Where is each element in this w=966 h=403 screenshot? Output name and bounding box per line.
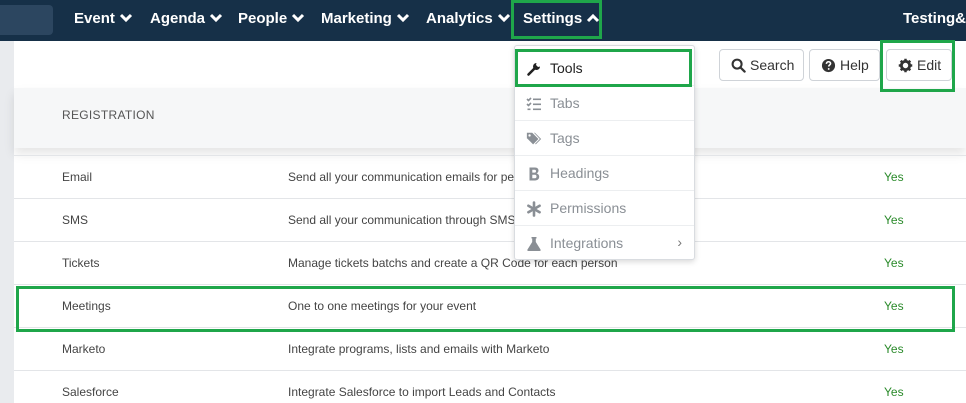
menu-item-integrations[interactable]: Integrations › xyxy=(515,226,694,261)
menu-item-headings[interactable]: Headings xyxy=(515,156,694,191)
chevron-down-icon xyxy=(292,13,305,23)
row-status: Yes xyxy=(884,342,904,356)
chevron-down-icon xyxy=(119,13,132,23)
menu-item-label: Tabs xyxy=(550,95,580,111)
search-button-label: Search xyxy=(750,57,795,73)
nav-analytics[interactable]: Analytics xyxy=(426,0,511,38)
flask-icon xyxy=(527,237,541,251)
row-description: Send all your communication emails for p… xyxy=(288,170,521,184)
row-name: Tickets xyxy=(62,256,100,270)
row-description: Integrate Salesforce to import Leads and… xyxy=(288,385,556,399)
highlight-meetings-row xyxy=(16,286,955,332)
highlight-tools xyxy=(515,49,692,87)
highlight-edit xyxy=(880,40,955,92)
highlight-settings xyxy=(511,0,602,39)
table-row[interactable]: Email Send all your communication emails… xyxy=(14,155,966,198)
nav-people[interactable]: People xyxy=(238,0,305,38)
chevron-down-icon xyxy=(497,13,510,23)
help-icon xyxy=(821,58,836,73)
main-content: Search Help Edit REGISTRATION Email Send… xyxy=(14,41,966,403)
menu-item-label: Integrations xyxy=(550,235,624,251)
chevron-down-icon xyxy=(209,13,223,23)
row-status: Yes xyxy=(884,385,904,399)
table-row[interactable]: Salesforce Integrate Salesforce to impor… xyxy=(14,370,966,403)
row-description: Send all your communication through SMS xyxy=(288,213,516,227)
menu-item-label: Tags xyxy=(550,130,580,146)
menu-item-label: Permissions xyxy=(550,200,627,216)
section-title: REGISTRATION xyxy=(62,108,155,122)
menu-item-tabs[interactable]: Tabs xyxy=(515,86,694,121)
menu-item-tags[interactable]: Tags xyxy=(515,121,694,156)
nav-agenda[interactable]: Agenda xyxy=(150,0,223,38)
row-name: Salesforce xyxy=(62,385,119,399)
help-button[interactable]: Help xyxy=(809,49,880,81)
logo[interactable] xyxy=(0,5,53,35)
nav-event[interactable]: Event xyxy=(74,0,133,38)
row-name: SMS xyxy=(62,213,89,227)
search-icon xyxy=(731,58,746,73)
toolbar: Search Help Edit xyxy=(14,41,966,88)
nav-marketing[interactable]: Marketing xyxy=(321,0,410,38)
list-check-icon xyxy=(526,97,541,111)
table-row[interactable]: SMS Send all your communication through … xyxy=(14,198,966,241)
search-button[interactable]: Search xyxy=(719,49,804,81)
menu-item-label: Headings xyxy=(550,165,610,181)
row-name: Email xyxy=(62,170,93,184)
tags-icon xyxy=(526,132,542,145)
chevron-right-icon: › xyxy=(677,234,682,250)
row-status: Yes xyxy=(884,170,904,184)
nav-event-label: Event xyxy=(74,10,115,27)
chevron-down-icon xyxy=(396,13,409,23)
top-navbar: Event Agenda People Marketing Analytics … xyxy=(0,0,966,41)
nav-marketing-label: Marketing xyxy=(321,10,392,27)
user-menu[interactable]: Testing& xyxy=(903,0,966,38)
asterisk-icon xyxy=(527,201,541,217)
table-row[interactable]: Marketo Integrate programs, lists and em… xyxy=(14,327,966,370)
nav-analytics-label: Analytics xyxy=(426,10,493,27)
help-button-label: Help xyxy=(840,57,869,73)
nav-agenda-label: Agenda xyxy=(150,10,206,27)
row-description: Integrate programs, lists and emails wit… xyxy=(288,342,550,356)
bold-icon xyxy=(529,167,540,181)
section-header: REGISTRATION xyxy=(14,88,966,148)
row-status: Yes xyxy=(884,256,904,270)
row-status: Yes xyxy=(884,213,904,227)
row-name: Marketo xyxy=(62,342,106,356)
menu-item-permissions[interactable]: Permissions xyxy=(515,191,694,226)
table-row[interactable]: Tickets Manage tickets batchs and create… xyxy=(14,241,966,284)
nav-people-label: People xyxy=(238,10,288,27)
